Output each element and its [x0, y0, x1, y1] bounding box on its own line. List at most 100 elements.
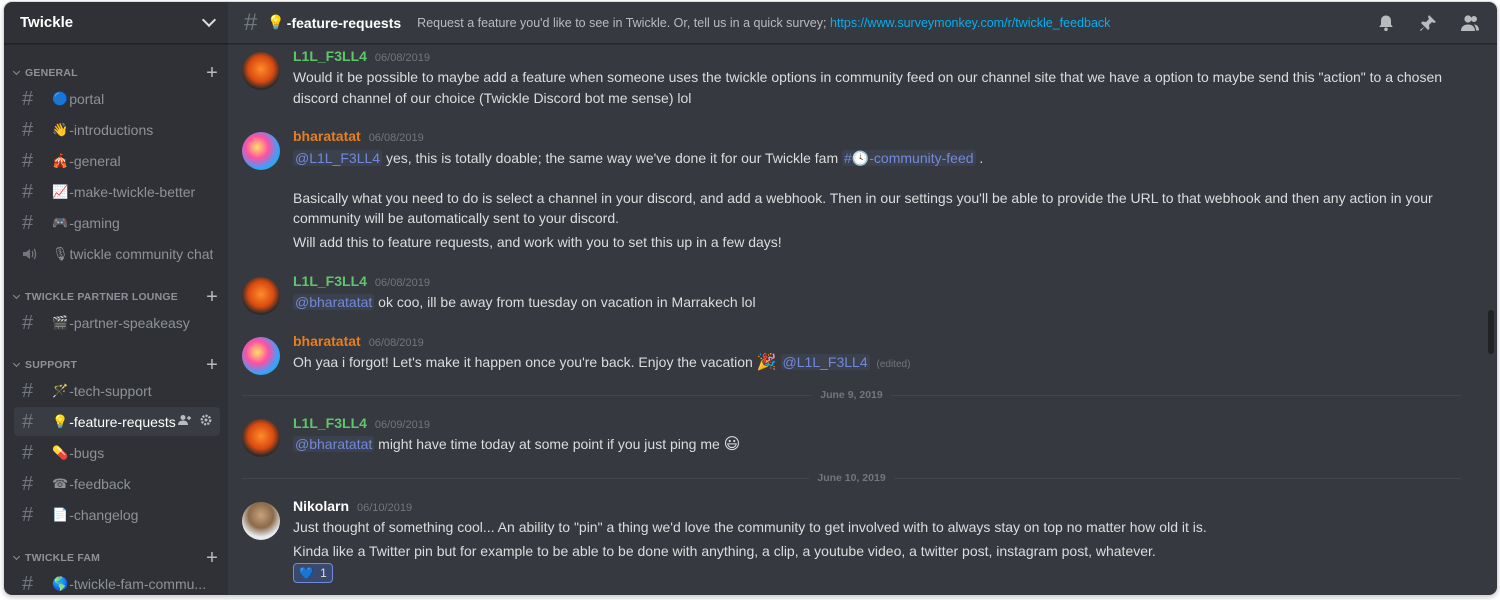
channel-label: -general	[69, 152, 121, 169]
channel-portal[interactable]: # 🔵 portal	[14, 84, 220, 113]
message: L1L_F3LL4 06/08/2019 @bharatatat ok coo,…	[242, 273, 1481, 317]
channel-twickle-fam-community[interactable]: # 🌎 -twickle-fam-commu...	[14, 569, 220, 595]
username[interactable]: bharatatat	[293, 128, 361, 144]
channel-label: -feature-requests	[69, 413, 176, 430]
channel-partner-speakeasy[interactable]: # 🎬 -partner-speakeasy	[14, 308, 220, 337]
channel-emoji: 👋	[52, 121, 69, 137]
text-segment: .	[979, 150, 984, 166]
message: Nikolarn 06/10/2019 Just thought of some…	[242, 498, 1481, 588]
category-partner-lounge[interactable]: TWICKLE PARTNER LOUNGE +	[12, 287, 218, 307]
channel-general[interactable]: # 🎪 -general	[14, 146, 220, 175]
avatar[interactable]	[242, 419, 280, 457]
username[interactable]: bharatatat	[293, 333, 361, 349]
channel-emoji: 📈	[52, 183, 69, 199]
channel-mention-label: -community-feed	[869, 150, 974, 166]
username[interactable]: L1L_F3LL4	[293, 273, 367, 289]
username[interactable]: L1L_F3LL4	[293, 415, 367, 431]
channel-topic: Request a feature you'd like to see in T…	[417, 16, 1110, 30]
channel-introductions[interactable]: # 👋 -introductions	[14, 115, 220, 144]
smiley-emoji: 😃	[723, 436, 741, 453]
channel-make-twickle-better[interactable]: # 📈 -make-twickle-better	[14, 177, 220, 206]
user-mention[interactable]: @L1L_F3LL4	[780, 354, 870, 370]
scroll-thumb[interactable]	[1488, 310, 1494, 354]
avatar[interactable]	[242, 52, 280, 90]
category-twickle-fam[interactable]: TWICKLE FAM +	[12, 548, 218, 568]
message-text: Will add this to feature requests, and w…	[293, 234, 782, 250]
hash-icon: #	[22, 472, 34, 495]
channel-emoji: 🎬	[52, 314, 69, 330]
timestamp: 06/08/2019	[374, 52, 430, 64]
add-channel-icon[interactable]: +	[206, 548, 218, 568]
message-list: L1L_F3LL4 06/08/2019 Would it be possibl…	[228, 44, 1481, 595]
category-label: GENERAL	[25, 67, 78, 79]
topic-text: Request a feature you'd like to see in T…	[417, 15, 827, 30]
add-channel-icon[interactable]: +	[206, 287, 218, 307]
clock-emoji: 🕓	[851, 150, 870, 166]
add-member-icon[interactable]	[178, 414, 192, 429]
discord-window: Twickle GENERAL + # 🔵 portal # 👋 -introd…	[4, 2, 1497, 595]
channel-emoji: 📄	[52, 506, 69, 522]
username[interactable]: Nikolarn	[293, 498, 349, 514]
channel-changelog[interactable]: # 📄 -changelog	[14, 500, 220, 529]
server-name: Twickle	[20, 14, 74, 31]
bell-icon[interactable]	[1375, 12, 1397, 34]
reaction-count: 1	[320, 566, 327, 580]
hash-icon: #	[22, 379, 34, 402]
channel-label: portal	[69, 90, 105, 107]
category-general[interactable]: GENERAL +	[12, 63, 218, 83]
channel-mention[interactable]: #🕓-community-feed	[842, 150, 976, 166]
chat-area: # 💡 -feature-requests Request a feature …	[228, 2, 1497, 595]
hash-icon: #	[22, 118, 34, 141]
members-icon[interactable]	[1459, 12, 1481, 34]
timestamp: 06/08/2019	[374, 277, 430, 289]
text-segment: yes, this is totally doable; the same wa…	[385, 150, 839, 166]
voice-channel-community-chat[interactable]: 🎙 twickle community chat	[14, 239, 220, 268]
text-segment: Oh yaa i forgot! Let's make it happen on…	[293, 354, 753, 370]
hash-icon: #	[22, 441, 34, 464]
category-support[interactable]: SUPPORT +	[12, 355, 218, 375]
channel-emoji: 🔵	[52, 90, 69, 106]
collapse-arrow-icon	[12, 67, 21, 76]
add-channel-icon[interactable]: +	[206, 355, 218, 375]
channel-feature-requests[interactable]: # 💡 -feature-requests	[14, 407, 220, 436]
hash-lock-icon: #	[22, 311, 34, 334]
survey-link[interactable]: https://www.surveymonkey.com/r/twickle_f…	[830, 16, 1110, 30]
gear-icon[interactable]	[200, 414, 212, 429]
channel-gaming[interactable]: # 🎮 -gaming	[14, 208, 220, 237]
scrollbar[interactable]	[1485, 44, 1497, 595]
user-mention[interactable]: @bharatatat	[293, 436, 375, 452]
message-text: Kinda like a Twitter pin but for example…	[293, 543, 1156, 559]
hash-icon: #	[22, 180, 34, 203]
reaction-heart[interactable]: 💙 1	[293, 563, 333, 583]
channel-label: twickle community chat	[69, 245, 214, 262]
username[interactable]: L1L_F3LL4	[293, 48, 367, 64]
edited-label: (edited)	[876, 359, 911, 370]
user-mention[interactable]: @L1L_F3LL4	[293, 150, 383, 166]
channel-emoji: 💡	[52, 413, 69, 429]
chevron-down-icon[interactable]	[201, 12, 217, 28]
channel-tech-support[interactable]: # 🪄 -tech-support	[14, 376, 220, 405]
timestamp: 06/08/2019	[368, 132, 424, 144]
hash-icon: #	[22, 572, 34, 595]
pin-icon[interactable]	[1417, 12, 1439, 34]
message: L1L_F3LL4 06/08/2019 Would it be possibl…	[242, 48, 1481, 112]
hash-icon: #	[22, 503, 34, 526]
avatar[interactable]	[242, 502, 280, 540]
avatar[interactable]	[242, 277, 280, 315]
timestamp: 06/08/2019	[368, 337, 424, 349]
avatar[interactable]	[242, 337, 280, 375]
channel-header: # 💡 -feature-requests Request a feature …	[228, 2, 1497, 44]
avatar[interactable]	[242, 132, 280, 170]
channel-sidebar: Twickle GENERAL + # 🔵 portal # 👋 -introd…	[4, 2, 228, 595]
text-segment: might have time today at some point if y…	[378, 436, 720, 452]
category-label: TWICKLE PARTNER LOUNGE	[25, 291, 178, 303]
channel-emoji: 🪄	[52, 382, 69, 398]
message-text: Just thought of something cool... An abi…	[293, 519, 1207, 535]
server-header[interactable]: Twickle	[4, 2, 228, 44]
channel-feedback[interactable]: # ☎ -feedback	[14, 469, 220, 498]
message-text: Would it be possible to maybe add a feat…	[293, 69, 1443, 85]
add-channel-icon[interactable]: +	[206, 63, 218, 83]
channel-bugs[interactable]: # 💊 -bugs	[14, 438, 220, 467]
user-mention[interactable]: @bharatatat	[293, 294, 375, 310]
channel-label: -twickle-fam-commu...	[69, 575, 207, 592]
